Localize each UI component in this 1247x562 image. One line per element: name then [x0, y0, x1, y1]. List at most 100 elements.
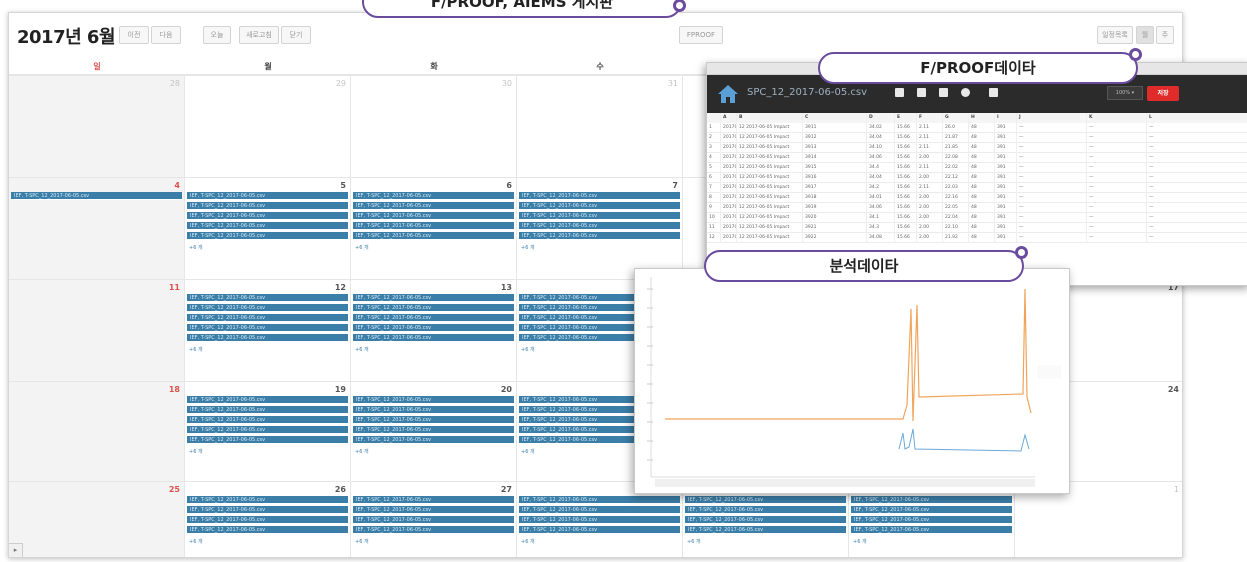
column-header[interactable]: C — [803, 113, 867, 123]
event-list-button[interactable]: 일정목록 — [1097, 26, 1133, 44]
calendar-event[interactable]: IEF, T-SPC_12_2017-06-05.csv — [353, 304, 514, 312]
table-row[interactable]: 12201707212 2017-06-05 Impact392234.0815… — [707, 233, 1247, 243]
calendar-event[interactable]: IEF, T-SPC_12_2017-06-05.csv — [519, 222, 680, 230]
day-cell[interactable]: 6 IEF, T-SPC_12_2017-06-05.csv IEF, T-SPC_… — [351, 178, 517, 279]
table-cell[interactable]: 2.00 — [917, 193, 943, 203]
table-cell[interactable]: — — [1017, 143, 1087, 153]
table-cell[interactable]: 12 2017-06-05 Impact — [737, 203, 803, 213]
table-cell[interactable]: — — [1147, 143, 1247, 153]
table-cell[interactable]: 48 — [969, 173, 995, 183]
column-header[interactable]: E — [895, 113, 917, 123]
next-button[interactable]: 다음 — [151, 26, 181, 44]
table-cell[interactable]: 2017062 — [721, 133, 737, 143]
calendar-event[interactable]: IEF, T-SPC_12_2017-06-05.csv — [187, 314, 348, 322]
table-cell[interactable]: — — [1147, 163, 1247, 173]
day-cell[interactable]: 29 — [185, 76, 351, 177]
table-cell[interactable]: 12 2017-06-05 Impact — [737, 153, 803, 163]
table-cell[interactable]: 15.66 — [895, 143, 917, 153]
table-cell[interactable]: 2017070 — [721, 213, 737, 223]
table-row[interactable]: 4201706412 2017-06-05 Impact391434.0615.… — [707, 153, 1247, 163]
table-cell[interactable]: 2.00 — [917, 153, 943, 163]
table-cell[interactable]: 15.66 — [895, 233, 917, 243]
table-cell[interactable]: — — [1017, 213, 1087, 223]
calendar-event[interactable]: IEF, T-SPC_12_2017-06-05.csv — [519, 516, 680, 524]
table-cell[interactable]: 3917 — [803, 183, 867, 193]
table-row[interactable]: 3201706312 2017-06-05 Impact391334.1015.… — [707, 143, 1247, 153]
home-icon[interactable] — [717, 84, 739, 104]
table-cell[interactable]: 391 — [995, 213, 1017, 223]
table-row[interactable]: 2201706212 2017-06-05 Impact391234.0415.… — [707, 133, 1247, 143]
table-cell[interactable]: 2.00 — [917, 223, 943, 233]
calendar-event[interactable]: IEF, T-SPC_12_2017-06-05.csv — [353, 496, 514, 504]
table-cell[interactable]: 26.0 — [943, 123, 969, 133]
table-row[interactable]: 5201706512 2017-06-05 Impact391534.415.6… — [707, 163, 1247, 173]
table-cell[interactable]: 15.66 — [895, 193, 917, 203]
table-cell[interactable]: — — [1087, 223, 1147, 233]
table-cell[interactable]: 48 — [969, 133, 995, 143]
table-cell[interactable]: 15.66 — [895, 213, 917, 223]
table-cell[interactable]: — — [1087, 163, 1147, 173]
calendar-event[interactable]: IEF, T-SPC_12_2017-06-05.csv — [353, 406, 514, 414]
table-cell[interactable]: 15.66 — [895, 183, 917, 193]
table-cell[interactable]: 3921 — [803, 223, 867, 233]
calendar-event[interactable]: IEF, T-SPC_12_2017-06-05.csv — [519, 192, 680, 200]
refresh-button[interactable]: 새로고침 — [239, 26, 279, 44]
day-cell[interactable]: 30 — [351, 76, 517, 177]
calendar-event[interactable]: IEF, T-SPC_12_2017-06-05.csv — [187, 202, 348, 210]
table-cell[interactable]: — — [1017, 173, 1087, 183]
table-cell[interactable]: 22.16 — [943, 193, 969, 203]
table-cell[interactable]: 3913 — [803, 143, 867, 153]
day-cell[interactable]: 12 IEF, T-SPC_12_2017-06-05.csv IEF, T-SPC… — [185, 280, 351, 381]
table-cell[interactable]: 3918 — [803, 193, 867, 203]
table-cell[interactable]: 34.1 — [867, 213, 895, 223]
day-cell[interactable]: 27 IEF, T-SPC_12_2017-06-05.csv IEF, T-SPC… — [351, 482, 517, 557]
table-cell[interactable]: 9 — [707, 203, 721, 213]
calendar-event[interactable]: IEF, T-SPC_12_2017-06-05.csv — [353, 232, 514, 240]
table-cell[interactable]: 15.66 — [895, 133, 917, 143]
table-cell[interactable]: 391 — [995, 223, 1017, 233]
table-cell[interactable]: — — [1017, 233, 1087, 243]
table-cell[interactable]: 2017063 — [721, 143, 737, 153]
table-cell[interactable]: 2017072 — [721, 233, 737, 243]
calendar-icon[interactable] — [989, 88, 998, 97]
more-events-link[interactable]: +6 개 — [189, 538, 203, 545]
day-cell[interactable]: 25 — [9, 482, 185, 557]
table-cell[interactable]: 34.08 — [867, 233, 895, 243]
table-cell[interactable]: 48 — [969, 213, 995, 223]
table-cell[interactable]: 48 — [969, 153, 995, 163]
table-cell[interactable]: 22.10 — [943, 223, 969, 233]
table-cell[interactable]: 22.05 — [943, 203, 969, 213]
table-cell[interactable]: 7 — [707, 183, 721, 193]
table-cell[interactable]: 34.04 — [867, 133, 895, 143]
day-cell[interactable]: 4 IEF, T-SPC_12_2017-06-05.csv — [9, 178, 185, 279]
filter-icon[interactable] — [939, 88, 948, 97]
table-cell[interactable]: 2017066 — [721, 173, 737, 183]
table-cell[interactable]: — — [1147, 223, 1247, 233]
day-cell[interactable]: 18 — [9, 382, 185, 481]
day-cell[interactable]: 13 IEF, T-SPC_12_2017-06-05.csv IEF, T-SPC… — [351, 280, 517, 381]
column-header[interactable]: B — [737, 113, 803, 123]
table-cell[interactable]: — — [1087, 183, 1147, 193]
table-cell[interactable]: 4 — [707, 153, 721, 163]
table-cell[interactable]: — — [1017, 193, 1087, 203]
table-cell[interactable]: 6 — [707, 173, 721, 183]
more-events-link[interactable]: +6 개 — [521, 346, 535, 353]
table-cell[interactable]: — — [1147, 183, 1247, 193]
calendar-event[interactable]: IEF, T-SPC_12_2017-06-05.csv — [187, 232, 348, 240]
table-cell[interactable]: 21.85 — [943, 143, 969, 153]
more-events-link[interactable]: +6 개 — [189, 448, 203, 455]
table-cell[interactable]: — — [1017, 153, 1087, 163]
table-cell[interactable]: 2.00 — [917, 213, 943, 223]
table-cell[interactable]: 48 — [969, 123, 995, 133]
calendar-event[interactable]: IEF, T-SPC_12_2017-06-05.csv — [187, 426, 348, 434]
table-cell[interactable]: 3912 — [803, 133, 867, 143]
calendar-event[interactable]: IEF, T-SPC_12_2017-06-05.csv — [353, 426, 514, 434]
table-cell[interactable]: — — [1017, 203, 1087, 213]
table-cell[interactable]: 3911 — [803, 123, 867, 133]
today-button[interactable]: 오늘 — [203, 26, 231, 44]
column-header[interactable]: H — [969, 113, 995, 123]
table-cell[interactable]: 12 — [707, 233, 721, 243]
calendar-event[interactable]: IEF, T-SPC_12_2017-06-05.csv — [685, 496, 846, 504]
table-cell[interactable]: 10 — [707, 213, 721, 223]
table-cell[interactable]: 12 2017-06-05 Impact — [737, 123, 803, 133]
